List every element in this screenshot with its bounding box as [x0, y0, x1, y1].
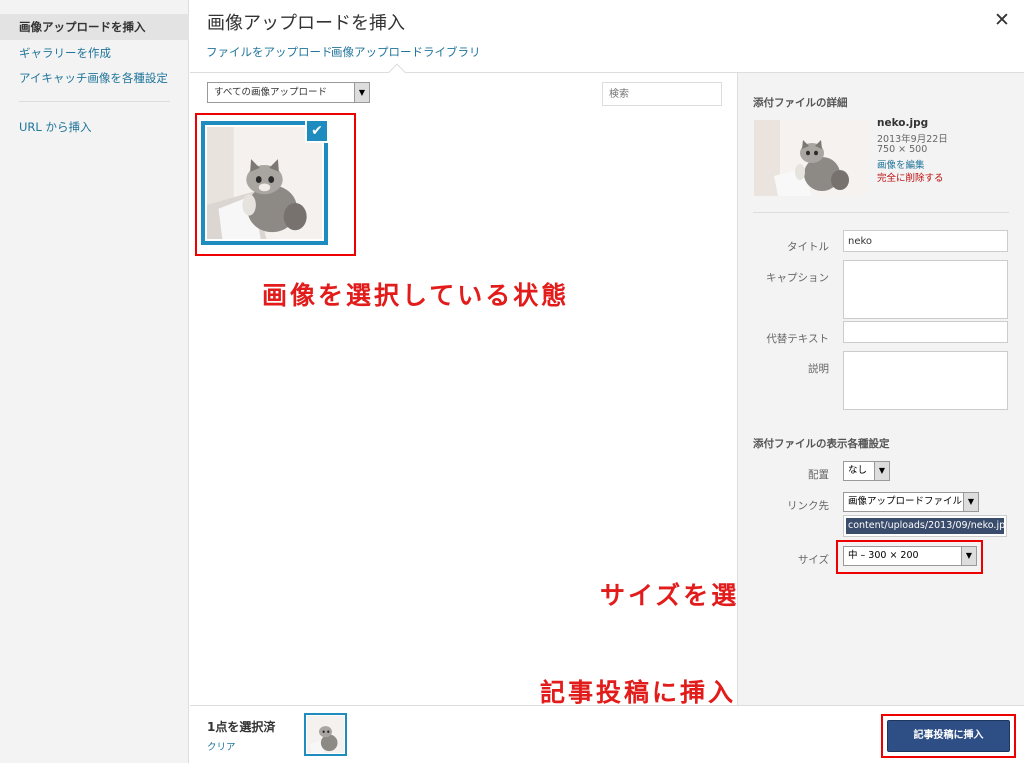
- highlight-box-attachment: [195, 113, 356, 256]
- chevron-down-icon: ▼: [874, 462, 889, 480]
- modal-title: 画像アップロードを挿入: [207, 13, 405, 34]
- chevron-down-icon: ▼: [354, 83, 369, 102]
- selection-thumbnail[interactable]: [304, 713, 347, 756]
- detail-dimensions: 750 × 500: [877, 144, 928, 155]
- alignment-label: 配置: [808, 469, 829, 481]
- link-url-field[interactable]: content/uploads/2013/09/neko.jpg: [843, 515, 1007, 537]
- menu-separator: [19, 101, 170, 102]
- search-input[interactable]: [602, 82, 722, 106]
- title-label: タイトル: [787, 241, 829, 253]
- edit-image-link[interactable]: 画像を編集: [877, 157, 925, 171]
- delete-permanently-link[interactable]: 完全に削除する: [877, 170, 944, 184]
- display-settings-heading: 添付ファイルの表示各種設定: [753, 438, 890, 450]
- alt-text-label: 代替テキスト: [766, 333, 829, 345]
- menu-item-insert-from-url[interactable]: URL から挿入: [0, 114, 189, 140]
- title-field[interactable]: [843, 230, 1008, 252]
- link-to-value: 画像アップロードファイル: [848, 496, 963, 507]
- menu-item-featured-image[interactable]: アイキャッチ画像を各種設定: [0, 65, 189, 91]
- link-to-select[interactable]: 画像アップロードファイル ▼: [843, 492, 979, 512]
- detail-filename: neko.jpg: [877, 117, 929, 129]
- close-icon[interactable]: ✕: [991, 9, 1013, 31]
- link-to-label: リンク先: [787, 500, 829, 512]
- alignment-select[interactable]: なし ▼: [843, 461, 890, 481]
- attachment-filter-select[interactable]: すべての画像アップロード ▼: [207, 82, 370, 103]
- alt-text-field[interactable]: [843, 321, 1008, 343]
- menu-item-create-gallery[interactable]: ギャラリーを作成: [0, 40, 189, 66]
- highlight-box-insert: [881, 714, 1016, 758]
- caption-field[interactable]: [843, 260, 1008, 319]
- menu-item-insert-image[interactable]: 画像アップロードを挿入: [0, 14, 189, 40]
- mini-cat-photo: [307, 716, 344, 753]
- link-url-value: content/uploads/2013/09/neko.jpg: [846, 518, 1006, 534]
- attachment-details-heading: 添付ファイルの詳細: [753, 97, 848, 109]
- clear-selection-link[interactable]: クリア: [207, 739, 236, 753]
- tab-upload-files[interactable]: ファイルをアップロード: [206, 44, 333, 60]
- sidebar-separator: [753, 212, 1009, 213]
- description-field[interactable]: [843, 351, 1008, 410]
- selection-count: 1点を選択済: [207, 720, 276, 734]
- active-tab-caret: [388, 63, 406, 81]
- caption-label: キャプション: [766, 272, 829, 284]
- size-label: サイズ: [797, 554, 829, 566]
- annotation-selected-state: 画像を選択している状態: [262, 281, 570, 310]
- detail-thumbnail: [754, 120, 868, 196]
- highlight-box-size: [836, 540, 983, 574]
- attachment-filter-value: すべての画像アップロード: [214, 87, 327, 98]
- detail-date: 2013年9月22日: [877, 134, 948, 145]
- alignment-value: なし: [848, 465, 868, 476]
- media-menu: 画像アップロードを挿入 ギャラリーを作成 アイキャッチ画像を各種設定 URL か…: [0, 0, 189, 763]
- description-label: 説明: [808, 363, 829, 375]
- chevron-down-icon: ▼: [963, 493, 978, 511]
- tab-media-library[interactable]: 画像アップロードライブラリ: [331, 44, 481, 60]
